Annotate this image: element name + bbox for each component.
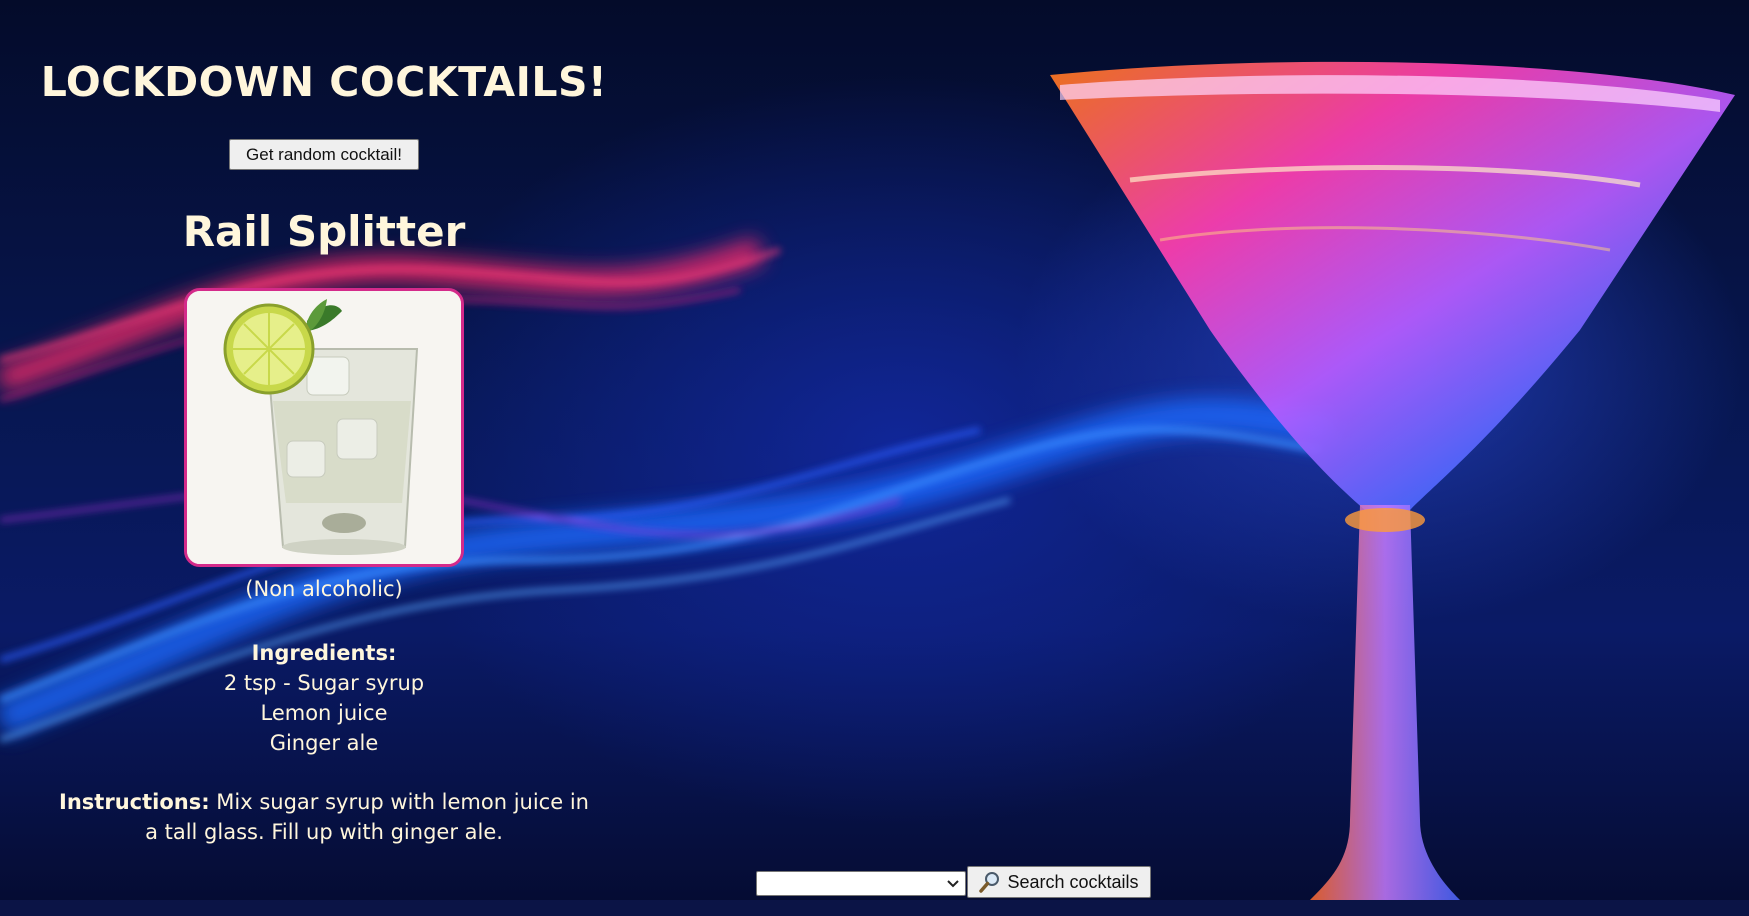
chevron-down-icon (947, 879, 959, 887)
page-footer-strip (0, 900, 1749, 916)
martini-glass-art (1050, 61, 1735, 900)
glass-with-lime-icon (187, 291, 461, 564)
instructions-heading: Instructions: (59, 790, 210, 814)
ingredient-item: 2 tsp - Sugar syrup (223, 671, 425, 695)
instructions-section: Instructions: Mix sugar syrup with lemon… (52, 787, 596, 847)
page-title: LOCKDOWN COCKTAILS! (40, 58, 608, 106)
cocktail-select[interactable] (756, 871, 966, 896)
search-cocktails-button[interactable]: Search cocktails (967, 866, 1151, 898)
ingredients-section: Ingredients: 2 tsp - Sugar syrup Lemon j… (0, 638, 648, 758)
magnifier-icon (979, 872, 1000, 893)
drink-name: Rail Splitter (182, 207, 466, 256)
ingredient-item: Lemon juice (260, 701, 388, 725)
drink-photo (184, 288, 464, 567)
instructions-text: Mix sugar syrup with lemon juice in a ta… (145, 790, 589, 844)
random-cocktail-button[interactable]: Get random cocktail! (229, 139, 419, 170)
alcoholic-status: (Non alcoholic) (245, 577, 403, 601)
ingredients-heading: Ingredients: (251, 641, 397, 665)
ingredient-item: Ginger ale (269, 731, 379, 755)
search-button-label: Search cocktails (1007, 871, 1139, 892)
